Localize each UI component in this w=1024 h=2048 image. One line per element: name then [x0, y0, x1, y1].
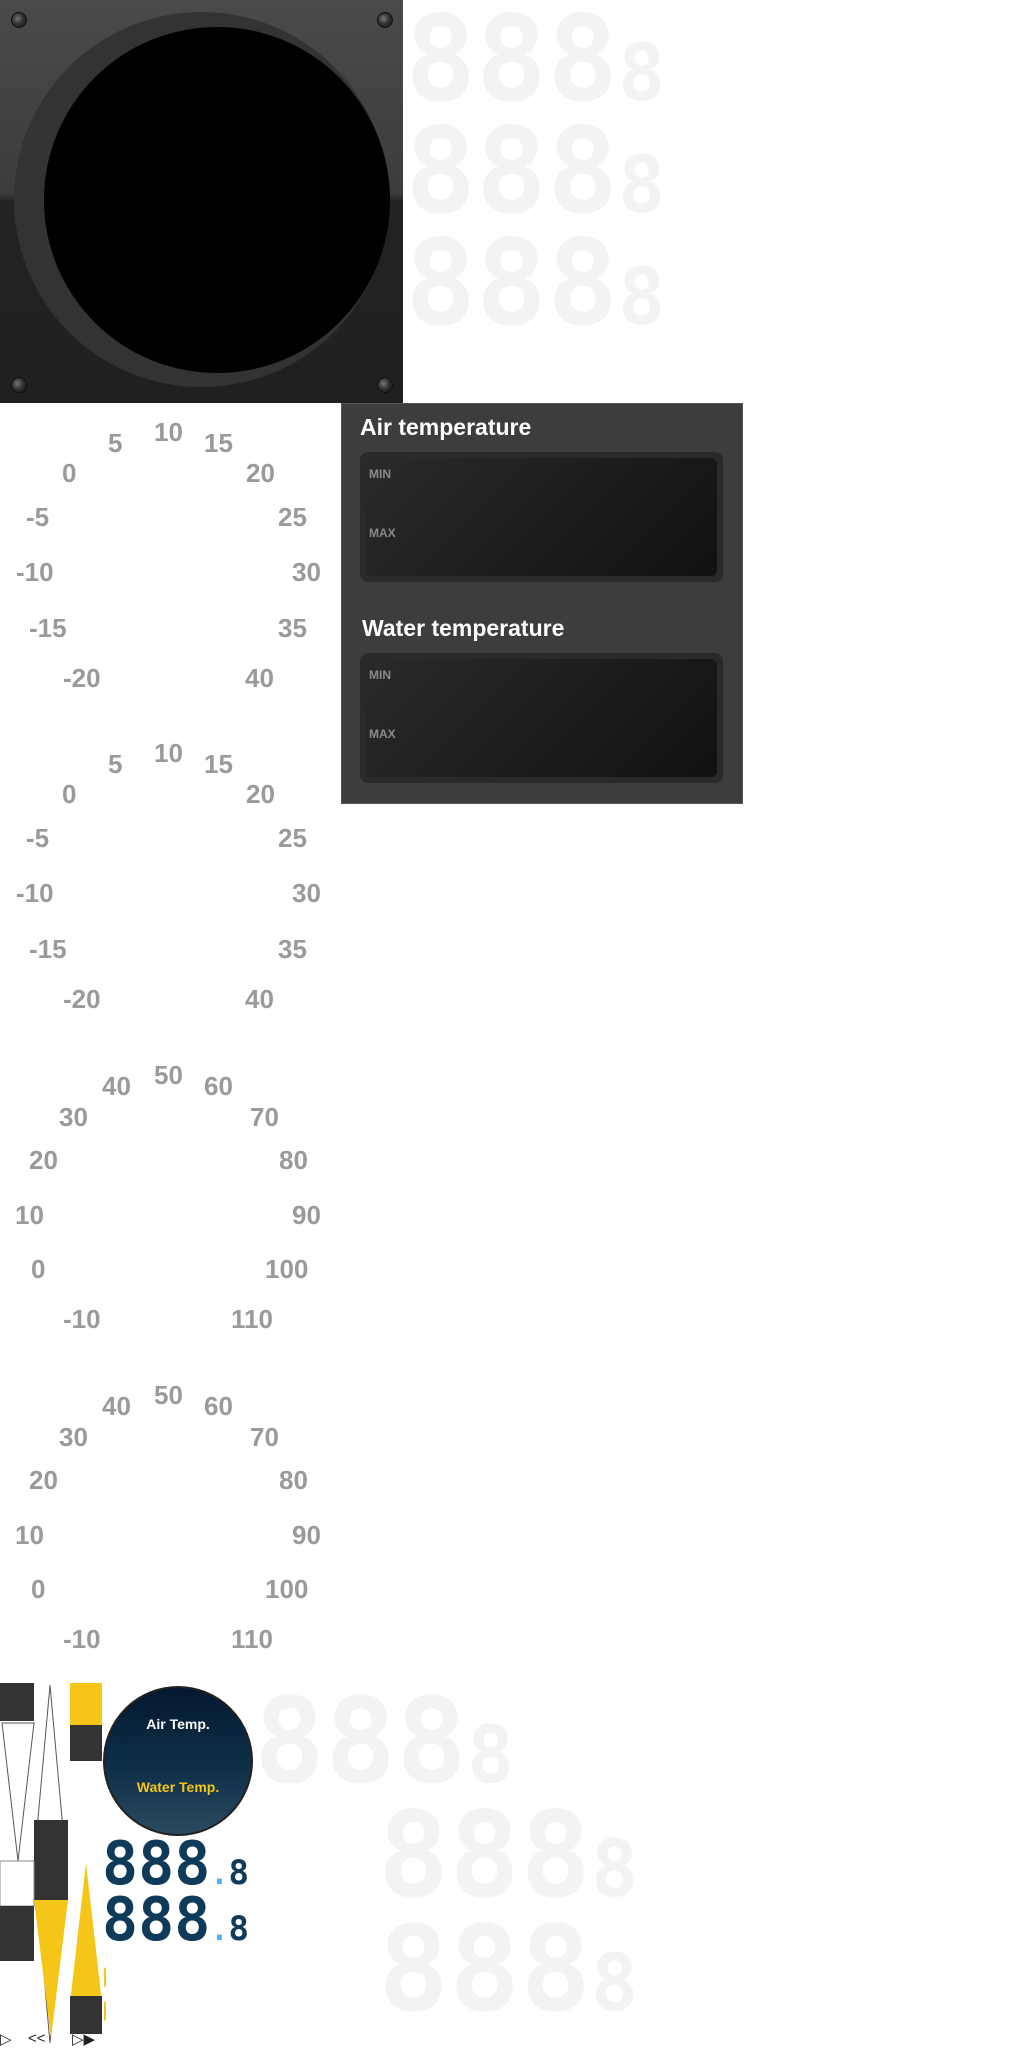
scale-tick-label: -5: [26, 823, 50, 853]
scale-tick-label: 110: [231, 1304, 273, 1334]
play-button[interactable]: ▷: [0, 2030, 12, 2048]
scale-tick-label: -10: [63, 1624, 101, 1654]
scale-tick-label: -15: [29, 613, 67, 643]
scale-tick-label: 25: [278, 823, 307, 853]
scale-tick-label: 110: [231, 1624, 273, 1654]
scale-tick-label: 15: [204, 749, 233, 779]
scale-tick-label: -10: [16, 557, 54, 587]
needle-cap: [0, 1683, 34, 1721]
needle-cap: [0, 1906, 34, 1961]
needle-cap-yellow: [70, 1683, 102, 1725]
scale-tick-label: 100: [265, 1574, 309, 1604]
air-minmax-box: MIN MAX: [360, 452, 723, 582]
gauge-housing: [0, 0, 403, 403]
scale-tick-label: 20: [246, 779, 275, 809]
scale-tick-label: 60: [204, 1391, 233, 1421]
needle-base: [0, 1860, 35, 1907]
air-water-badge: Air Temp. Water Temp.: [103, 1686, 253, 1836]
scale-tick-label: 30: [292, 878, 321, 908]
scale-tick-label: 10: [15, 1520, 44, 1550]
ghost-digits-row: 8888: [254, 1672, 515, 1810]
scale-tick-label: 90: [292, 1520, 321, 1550]
scale-tick-label: 90: [292, 1200, 321, 1230]
scale-tick-label: -15: [29, 934, 67, 964]
min-label: MIN: [369, 467, 391, 481]
gauge-bezel: [14, 12, 390, 387]
air-temperature-title: Air temperature: [360, 414, 532, 440]
scale-tick-label: -10: [16, 878, 54, 908]
scale-tick-label: 15: [204, 428, 233, 458]
scale-tick-label: 0: [62, 458, 77, 488]
water-temperature-title: Water temperature: [362, 615, 565, 641]
scale-tick-label: 35: [278, 934, 307, 964]
scale-tick-label: 40: [102, 1391, 131, 1421]
scale-tick-label: 50: [154, 1060, 183, 1090]
scale-tick-label: 70: [250, 1102, 279, 1132]
ghost-digits-row: 8888: [405, 0, 666, 128]
scale-tick-label: 30: [59, 1422, 88, 1452]
needle-cap: [70, 1725, 102, 1761]
ghost-digits-row: 8888: [405, 102, 666, 240]
next-button[interactable]: ▷▶: [72, 2030, 95, 2048]
scale-tick-label: -10: [63, 1304, 101, 1334]
scale-tick-label: -20: [63, 663, 101, 693]
scale-tick-label: 0: [62, 779, 77, 809]
marker-yellow-icon: [104, 1967, 106, 1987]
scale-tick-label: 20: [246, 458, 275, 488]
scale-tick-label: 0: [31, 1574, 46, 1604]
scale-tick-label: 30: [292, 557, 321, 587]
scale-tick-label: 10: [154, 738, 183, 768]
scale-tick-label: -5: [26, 502, 50, 532]
scale-tick-label: -20: [63, 984, 101, 1014]
scale-tick-label: 5: [108, 749, 123, 779]
water-minmax-box: MIN MAX: [360, 653, 723, 783]
scale-tick-label: 60: [204, 1071, 233, 1101]
scale-tick-label: 0: [31, 1254, 46, 1284]
scale-tick-label: 80: [279, 1465, 308, 1495]
screw-icon: [377, 377, 393, 393]
lcd-readout-2: 888.8: [102, 1885, 249, 1955]
scale-tick-label: 35: [278, 613, 307, 643]
needle-cap: [70, 1996, 102, 2034]
scale-tick-label: 40: [102, 1071, 131, 1101]
scale-tick-label: 50: [154, 1380, 183, 1410]
ghost-digits-row: 8888: [378, 1786, 639, 1924]
screw-icon: [11, 377, 27, 393]
needle-cap: [34, 1820, 68, 1900]
needle-yellow: [34, 1900, 68, 2038]
scale-tick-label: 30: [59, 1102, 88, 1132]
screw-icon: [11, 12, 27, 28]
scale-tick-label: 40: [245, 663, 274, 693]
scale-tick-label: 20: [29, 1145, 58, 1175]
air-temp-label: Air Temp.: [146, 1716, 210, 1732]
scale-tick-label: 70: [250, 1422, 279, 1452]
scale-tick-label: 25: [278, 502, 307, 532]
gauge-dial: [44, 27, 390, 373]
scale-tick-label: 80: [279, 1145, 308, 1175]
ghost-digits-row: 8888: [378, 1900, 639, 2038]
ghost-digits-row: 8888: [405, 214, 666, 352]
min-label: MIN: [369, 668, 391, 682]
scale-tick-label: 5: [108, 428, 123, 458]
needle-yellow-short: [70, 1863, 102, 2003]
prev-button[interactable]: <<: [28, 2030, 46, 2047]
scale-tick-label: 10: [154, 417, 183, 447]
screw-icon: [377, 12, 393, 28]
max-label: MAX: [369, 727, 396, 741]
marker-yellow-icon: [104, 2001, 106, 2021]
needle-white: [1, 1722, 35, 1862]
scale-tick-label: 40: [245, 984, 274, 1014]
needle-sprites: [0, 1683, 106, 2044]
water-temp-label: Water Temp.: [136, 1779, 220, 1795]
max-label: MAX: [369, 526, 396, 540]
temperature-minmax-panel: Air temperature MIN MAX Water temperatur…: [341, 403, 743, 804]
scale-tick-label: 100: [265, 1254, 309, 1284]
scale-tick-label: 10: [15, 1200, 44, 1230]
scale-tick-label: 20: [29, 1465, 58, 1495]
